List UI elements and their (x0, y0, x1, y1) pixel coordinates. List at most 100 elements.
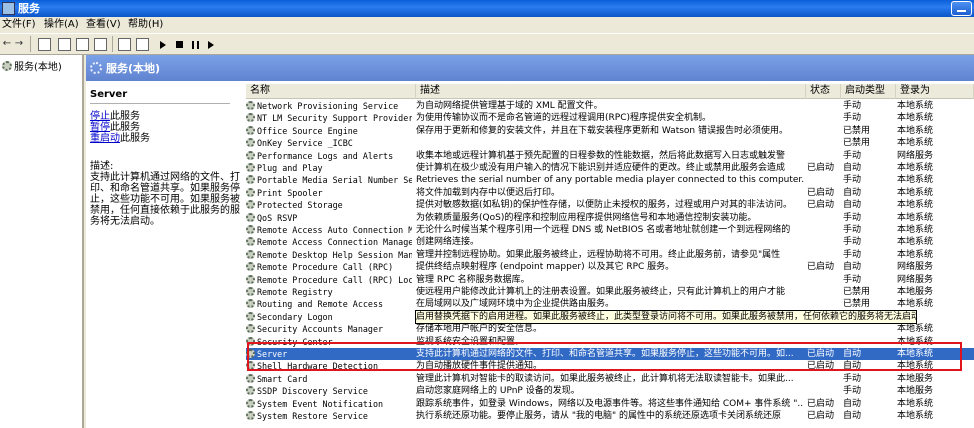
service-description: 执行系统还原功能。要停止服务，请从 "我的电脑" 的属性中的系统还原选项卡关闭系… (416, 411, 782, 421)
service-name: System Restore Service (246, 410, 412, 422)
restart-service-link[interactable]: 重启动 (90, 133, 120, 144)
service-row[interactable]: OnKey Service _ICBC 已禁用 本地系统 (246, 137, 974, 149)
service-row[interactable]: Remote Access Connection Manager 创建网络连接。 手… (246, 236, 974, 248)
service-row[interactable]: QoS RSVP 为依赖质量服务(QoS)的程序和控制应用程序提供网络信号和本地通… (246, 212, 974, 224)
properties-icon[interactable] (76, 38, 89, 51)
service-startup-type: 手动 (843, 101, 862, 111)
service-row[interactable]: Remote Desktop Help Session Man... 管理并控制远… (246, 249, 974, 261)
service-logon-as: 本地服务 (897, 287, 934, 297)
gear-icon (246, 125, 255, 135)
service-description: 创建网络连接。 (416, 237, 480, 248)
service-logon-as: 本地系统 (897, 212, 934, 223)
service-row[interactable]: Office Source Engine 保存用于更新和修复的安装文件，并且在下载… (246, 125, 974, 137)
service-description: 管理此计算机对智能卡的取读访问。如果此服务被终止，此计算机将无法取读智能卡。如果… (416, 373, 794, 384)
pane-title: 服务(本地) (106, 62, 161, 75)
service-description: 使远程用户能修改此计算机上的注册表设置。如果此服务被终止，只有此计算机上的用户才… (416, 287, 786, 297)
back-arrow-icon[interactable]: ← (2, 37, 12, 51)
column-header-logon-as[interactable]: 登录为 (896, 84, 974, 99)
service-description: 启用替换凭据下的启用进程。如果此服务被终止，此类型登录访问将不可用。如果此服务被… (415, 309, 917, 324)
service-row[interactable]: Routing and Remote Access 在局域网以及广域网环境中为企业… (246, 298, 974, 310)
service-name: Office Source Engine (246, 125, 412, 137)
service-startup-type: 手动 (843, 113, 862, 124)
menu-view[interactable]: 查看(V) (86, 18, 121, 32)
service-logon-as: 网络服务 (897, 274, 934, 285)
service-description: 管理并控制远程协助。如果此服务被终止，远程协助将不可用。终止此服务前，请参见"属… (416, 249, 781, 260)
help-icon[interactable] (118, 38, 131, 51)
service-row[interactable]: Smart Card 管理此计算机对智能卡的取读访问。如果此服务被终止，此计算机将… (246, 373, 974, 385)
service-row[interactable]: Network Provisioning Service 为自动网络提供管理基于域… (246, 100, 974, 112)
service-description: 保存用于更新和修复的安装文件，并且在下载安装程序更新和 Watson 错误报告时… (416, 125, 788, 136)
service-logon-as: 本地系统 (897, 411, 934, 421)
service-startup-type: 自动 (843, 411, 862, 421)
gear-icon (246, 262, 255, 272)
column-header-name[interactable]: 名称 (246, 84, 416, 99)
service-row[interactable]: Remote Procedure Call (RPC) 提供终结点映射程序 (en… (246, 261, 974, 273)
service-row[interactable]: Secondary Logon 启用替换凭据下的启用进程。如果此服务被终止，此类型… (246, 309, 974, 324)
service-row[interactable]: SSDP Discovery Service 启动您家庭网络上的 UPnP 设备的… (246, 385, 974, 397)
gear-icon (246, 249, 255, 259)
service-row[interactable]: System Restore Service 执行系统还原功能。要停止服务，请从 … (246, 410, 974, 422)
service-logon-as: 网络服务 (897, 150, 934, 161)
service-row[interactable]: Print Spooler 将文件加载到内存中以便迟后打印。 已启动 自动 本地系统 (246, 187, 974, 199)
gear-icon (246, 200, 255, 210)
service-logon-as: 本地服务 (897, 373, 934, 384)
service-name: QoS RSVP (246, 212, 412, 224)
service-name: Plug and Play (246, 162, 412, 174)
service-description: 在局域网以及广域网环境中为企业提供路由服务。 (416, 299, 615, 310)
pause-service-icon[interactable] (192, 41, 199, 49)
pause-service-link[interactable]: 暂停 (90, 122, 110, 133)
service-row[interactable]: Portable Media Serial Number Se... Retrie… (246, 174, 974, 186)
console-tree: 服务(本地) (0, 55, 84, 428)
stop-service-link[interactable]: 停止 (90, 111, 110, 122)
service-row[interactable]: NT LM Security Support Provider 为使用传输协议而不… (246, 112, 974, 124)
pane-header: 服务(本地) (86, 55, 974, 81)
service-description: 启动您家庭网络上的 UPnP 设备的发现。 (416, 386, 580, 397)
service-description: 管理 RPC 名称服务数据库。 (416, 274, 530, 285)
toolbar: ← → (0, 33, 974, 55)
up-one-level-icon[interactable] (58, 38, 71, 51)
service-name: SSDP Discovery Service (246, 385, 412, 397)
export-list-icon[interactable] (136, 38, 149, 51)
tree-node-services-local[interactable]: 服务(本地) (2, 58, 62, 73)
service-startup-type: 自动 (843, 163, 862, 173)
service-logon-as: 本地服务 (897, 386, 934, 397)
service-row[interactable]: Remote Registry 使远程用户能修改此计算机上的注册表设置。如果此服务… (246, 286, 974, 298)
service-name: Print Spooler (246, 187, 412, 199)
service-row[interactable]: Protected Storage 提供对敏感数据(如私钥)的保护性存储，以便防止… (246, 199, 974, 211)
show-hide-tree-icon[interactable] (38, 38, 51, 51)
service-row[interactable]: Performance Logs and Alerts 收集本地或远程计算机基于预… (246, 150, 974, 162)
refresh-icon[interactable] (94, 38, 107, 51)
column-header-status[interactable]: 状态 (806, 84, 841, 99)
restart-service-icon[interactable] (208, 41, 214, 49)
action-suffix: 此服务 (120, 133, 150, 144)
service-row[interactable]: Remote Access Auto Connection M... 无论什么时候… (246, 224, 974, 236)
service-row[interactable]: Remote Procedure Call (RPC) Loc... 管理 RPC… (246, 274, 974, 286)
column-header-startup-type[interactable]: 启动类型 (841, 84, 896, 99)
forward-arrow-icon[interactable]: → (14, 37, 24, 51)
gear-icon (246, 411, 255, 420)
gear-icon (246, 373, 255, 383)
toolbar-separator (30, 36, 31, 52)
service-description: 为自动网络提供管理基于域的 XML 配置文件。 (416, 101, 603, 111)
column-header-description[interactable]: 描述 (416, 84, 806, 99)
service-status: 已启动 (807, 398, 835, 409)
service-status: 已启动 (807, 163, 835, 173)
service-startup-type: 手动 (843, 249, 862, 260)
service-name: Protected Storage (246, 199, 412, 211)
service-status: 已启动 (807, 262, 835, 273)
stop-service-icon[interactable] (176, 41, 183, 48)
service-row[interactable]: Plug and Play 使计算机在极少或没有用户输入的情况下能识别并适应硬件的… (246, 162, 974, 174)
service-name: Secondary Logon (246, 311, 412, 323)
service-description: 无论什么时候当某个程序引用一个远程 DNS 或 NetBIOS 名或者地址就创建… (416, 225, 791, 235)
service-row[interactable]: Security Accounts Manager 存储本地用户帐户的安全信息。 本… (246, 323, 974, 335)
minimize-button[interactable] (951, 1, 972, 16)
menu-action[interactable]: 操作(A) (44, 18, 79, 32)
start-service-icon[interactable] (160, 41, 166, 49)
service-row[interactable]: System Event Notification 跟踪系统事件，如登录 Wind… (246, 398, 974, 410)
menu-file[interactable]: 文件(F) (2, 18, 36, 32)
gear-icon (246, 163, 255, 172)
service-startup-type: 手动 (843, 212, 862, 223)
menu-help[interactable]: 帮助(H) (128, 18, 163, 32)
gear-icon (246, 212, 255, 222)
service-logon-as: 本地系统 (897, 324, 934, 335)
